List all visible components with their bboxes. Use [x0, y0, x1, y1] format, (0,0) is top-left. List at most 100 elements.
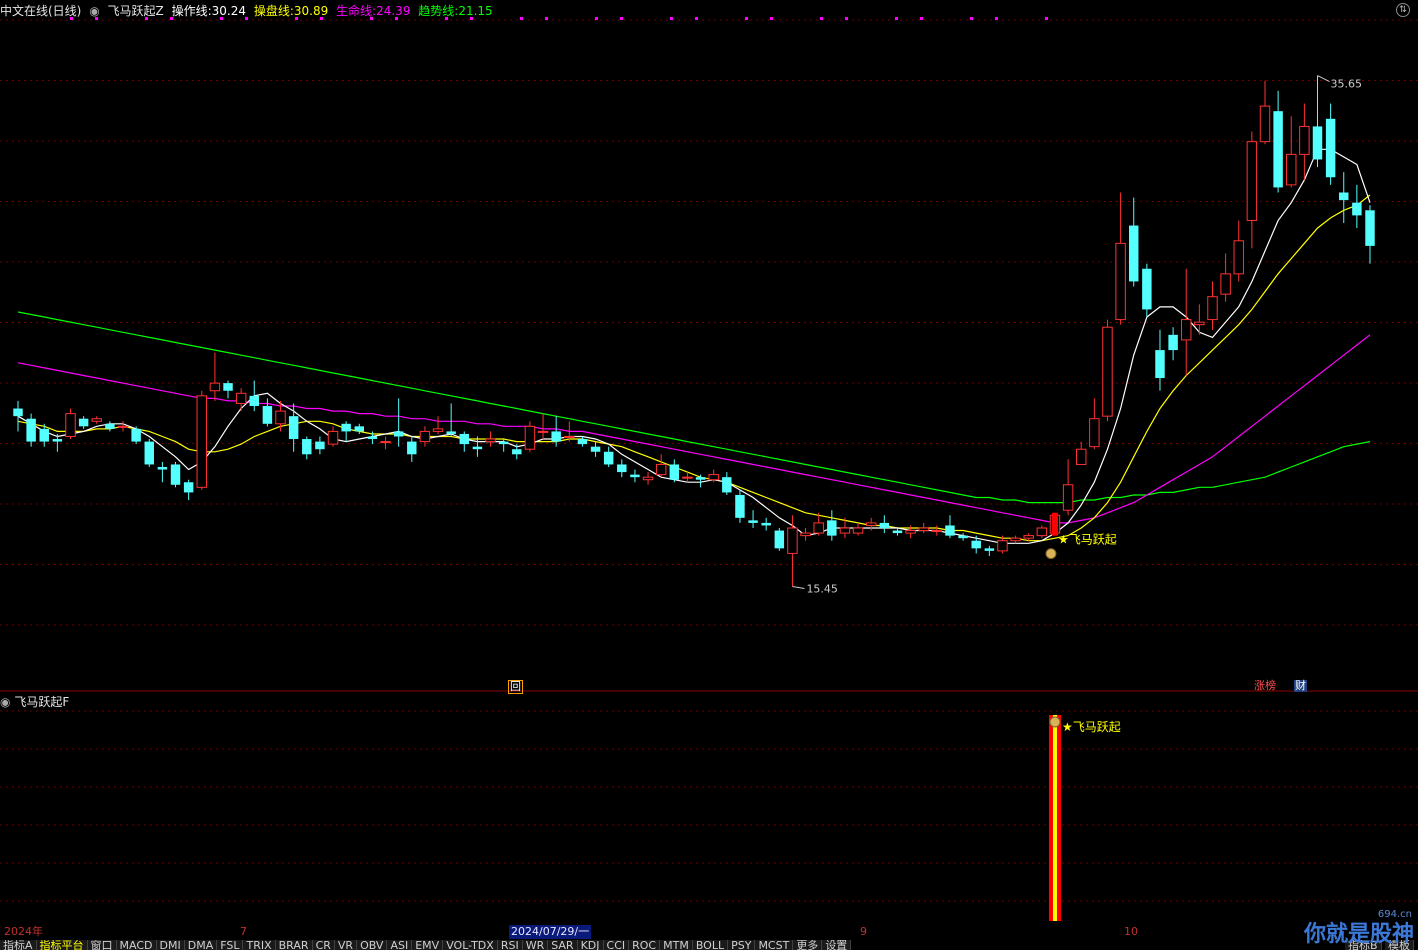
- candle-body-up: [905, 530, 916, 534]
- tab-4[interactable]: DMI: [156, 940, 185, 950]
- top-marker-dot: [1045, 17, 1048, 20]
- tab-15[interactable]: RSI: [497, 940, 523, 950]
- candle-body-up: [91, 418, 102, 422]
- cai-badge[interactable]: 财: [1294, 680, 1307, 692]
- candle-body-down: [551, 431, 561, 442]
- hui-badge[interactable]: 回: [508, 680, 523, 694]
- tab-11[interactable]: OBV: [357, 940, 388, 950]
- top-marker-dot: [770, 17, 773, 20]
- top-marker-dot: [520, 17, 523, 20]
- tab-12[interactable]: ASI: [387, 940, 413, 950]
- candle-body-down: [78, 418, 89, 427]
- tab-16[interactable]: WR: [522, 940, 549, 950]
- main-price-chart[interactable]: 35.65 15.45 ★飞马跃起: [0, 0, 1418, 692]
- tab-24[interactable]: MCST: [755, 940, 794, 950]
- tab-0[interactable]: 指标A: [0, 940, 37, 950]
- candle-body-up: [485, 438, 496, 443]
- zhangting-badge[interactable]: 涨榜: [1253, 680, 1277, 692]
- candle-body-down: [735, 494, 745, 518]
- tab-3[interactable]: MACD: [116, 940, 157, 950]
- tab-13[interactable]: EMV: [412, 940, 444, 950]
- tab-22[interactable]: BOLL: [692, 940, 729, 950]
- tab-18[interactable]: KDJ: [577, 940, 604, 950]
- value-operate: 操作线:30.24: [171, 4, 246, 18]
- tab-1[interactable]: 指标平台: [36, 940, 88, 950]
- tab-14[interactable]: VOL-TDX: [443, 940, 498, 950]
- candle-body-down: [170, 464, 181, 485]
- top-marker-dot: [845, 17, 848, 20]
- chart-header: 中文在线(日线) ◉ 飞马跃起Z 操作线:30.24 操盘线:30.89 生命线…: [0, 2, 497, 20]
- candle-body-up: [1299, 125, 1310, 155]
- candle-body-down: [617, 464, 627, 473]
- candle-body-up: [813, 522, 824, 534]
- candle-body-down: [590, 446, 601, 452]
- stock-title: 中文在线(日线): [0, 4, 82, 18]
- candle-body-down: [302, 439, 312, 455]
- candle-body-down: [1142, 268, 1152, 310]
- dropdown-icon[interactable]: ◉: [89, 4, 99, 18]
- candle-body-up: [117, 425, 129, 428]
- expand-icon[interactable]: ⇅: [1396, 3, 1410, 17]
- candle-body-down: [1352, 202, 1362, 216]
- sub-indicator-name[interactable]: 飞马跃起F: [14, 695, 69, 709]
- tab-2[interactable]: 窗口: [87, 940, 117, 950]
- candle-body-up: [537, 430, 549, 433]
- top-marker-dot: [895, 17, 898, 20]
- trader-line: [17, 194, 1371, 542]
- tab-20[interactable]: ROC: [629, 940, 661, 950]
- high-label: 35.65: [1330, 78, 1362, 91]
- candle-body-up: [419, 430, 431, 443]
- life-line: [17, 334, 1371, 524]
- candle-body-down: [223, 383, 233, 391]
- candle-body-down: [892, 530, 903, 534]
- candle-body-down: [472, 446, 483, 450]
- sub-signal-bar-inner: [1052, 715, 1057, 921]
- value-trend: 趋势线:21.15: [418, 4, 493, 18]
- candle-body-down: [407, 441, 417, 455]
- tab-23[interactable]: PSY: [728, 940, 756, 950]
- sub-indicator-chart[interactable]: ★飞马跃起: [0, 693, 1418, 921]
- tab-8[interactable]: BRAR: [275, 940, 313, 950]
- candle-body-up: [1089, 418, 1100, 448]
- candle-body-up: [1036, 527, 1048, 537]
- candle-body-up: [1286, 153, 1297, 186]
- candle-body-down: [315, 441, 325, 450]
- candle-body-down: [341, 423, 351, 432]
- top-marker-dot: [620, 17, 623, 20]
- candle-body-down: [1273, 111, 1283, 188]
- candle-body-up: [380, 441, 391, 444]
- high-pointer: [1317, 75, 1330, 83]
- tab-9[interactable]: CR: [312, 940, 335, 950]
- candle-body-down: [984, 548, 995, 551]
- top-marker-dot: [820, 17, 823, 20]
- indicator-name[interactable]: 飞马跃起Z: [108, 4, 164, 18]
- chart-stage[interactable]: 35.65 15.45 ★飞马跃起 ★飞马跃起: [0, 0, 1418, 950]
- tab-21[interactable]: MTM: [660, 940, 693, 950]
- tab-25[interactable]: 更多: [793, 940, 823, 950]
- candle-body-up: [642, 476, 654, 481]
- candle-body-down: [827, 520, 837, 536]
- tab-10[interactable]: VR: [334, 940, 358, 950]
- date-label-jul: 7: [240, 925, 247, 938]
- candle-body-up: [1259, 105, 1271, 143]
- tab-26[interactable]: 设置: [822, 940, 852, 950]
- low-pointer: [792, 585, 805, 589]
- tab-7[interactable]: TRIX: [243, 940, 276, 950]
- tab-19[interactable]: CCI: [603, 940, 630, 950]
- tab-6[interactable]: FSL: [217, 940, 244, 950]
- candle-body-up: [1102, 326, 1113, 417]
- candle-body-down: [1312, 126, 1323, 160]
- candle-body-down: [669, 464, 680, 480]
- tab-5[interactable]: DMA: [184, 940, 218, 950]
- candle-body-down: [446, 431, 456, 434]
- top-marker-dot: [695, 17, 698, 20]
- money-bag-icon: [1045, 548, 1057, 560]
- sub-dropdown-icon[interactable]: ◉: [0, 695, 10, 709]
- tab-17[interactable]: SAR: [548, 940, 578, 950]
- candle-body-down: [498, 441, 509, 445]
- candle-body-up: [708, 474, 719, 481]
- candle-body-down: [1168, 334, 1178, 351]
- candle-body-down: [1339, 192, 1349, 201]
- candle-body-up: [1246, 141, 1258, 221]
- candle-body-down: [459, 433, 470, 445]
